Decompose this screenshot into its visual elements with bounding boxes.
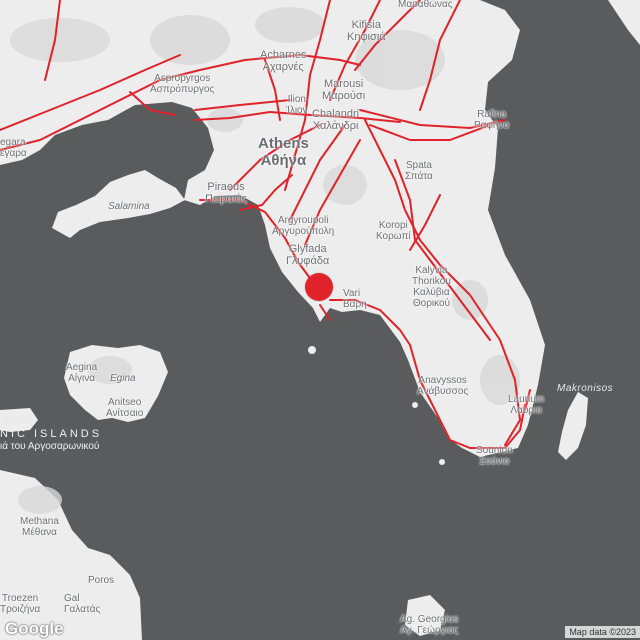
label-galatas: Gal Γαλατάς bbox=[64, 593, 101, 615]
location-marker[interactable] bbox=[305, 273, 333, 301]
label-marathonas: Μαραθώνας bbox=[398, 0, 453, 10]
label-aegina: Aegina Αίγινα bbox=[66, 362, 98, 384]
label-marousi: Marousi Μαρούσι bbox=[322, 78, 366, 102]
label-agistri: Agistri bbox=[2, 415, 34, 426]
label-sounio: Sounion Σούνιο bbox=[476, 445, 513, 467]
label-ag-georgios: Ag. Georgios Αγ. Γεώργιος bbox=[400, 614, 459, 636]
label-argyroupoli: Argyroupoli Αργυρούπολη bbox=[272, 215, 335, 237]
label-ilion: Ilion Ίλιον bbox=[286, 94, 308, 116]
label-saronic-islands: NIC ISLANDS bbox=[0, 428, 103, 440]
label-kalyvia: Kalyvia Thorikou Καλύβια Θορικού bbox=[412, 265, 451, 309]
label-anavyssos: Anavyssos Ανάβυσσος bbox=[417, 375, 469, 397]
label-athens: Athens Αθήνα bbox=[258, 135, 309, 169]
label-spata: Spata Σπάτα bbox=[405, 160, 433, 182]
label-lavrio: Laurium Λαύριο bbox=[508, 394, 545, 416]
label-salamina: Salamina bbox=[108, 201, 150, 212]
label-acharnes: Acharnes Αχαρνές bbox=[260, 49, 307, 73]
land-makronisos bbox=[558, 392, 588, 460]
label-anitseo: Anitseo Ανίτσαιο bbox=[106, 397, 144, 419]
label-makronisos: Makronisos bbox=[557, 383, 614, 394]
label-methana: Methana Μέθανα bbox=[20, 516, 59, 538]
label-koropi: Koropi Κορωπί bbox=[376, 220, 411, 242]
label-glyfada: Glyfada Γλυφάδα bbox=[286, 243, 330, 267]
label-chalandri: Chalandri Χαλάνδρι bbox=[312, 108, 360, 132]
map-canvas[interactable]: Μαραθώνας Kifisia Κηφισιά Acharnes Αχαρνές… bbox=[0, 0, 640, 640]
google-logo[interactable]: Google bbox=[5, 619, 64, 639]
map-attribution[interactable]: Map data ©2023 bbox=[565, 626, 640, 638]
label-megara: egara έγαρα bbox=[0, 137, 27, 159]
label-egina: Egina bbox=[110, 373, 136, 384]
label-vari: Vari Βάρη bbox=[343, 288, 367, 310]
label-aspropyrgos: Aspropyrgos Ασπρόπυργος bbox=[150, 73, 215, 95]
label-troezen: Troezen Τροιζήνα bbox=[0, 593, 41, 615]
label-saronic-islands-gr: ιά του Αργοσαρωνικού bbox=[0, 441, 100, 452]
land-evia-tip bbox=[608, 0, 640, 45]
label-poros: Poros bbox=[88, 575, 115, 586]
map-layer bbox=[0, 0, 640, 640]
label-kifisia: Kifisia Κηφισιά bbox=[347, 19, 386, 43]
label-rafina: Rafina Ραφήνα bbox=[474, 109, 510, 131]
label-piraeus: Piraeus Πειραιάς bbox=[205, 181, 248, 205]
